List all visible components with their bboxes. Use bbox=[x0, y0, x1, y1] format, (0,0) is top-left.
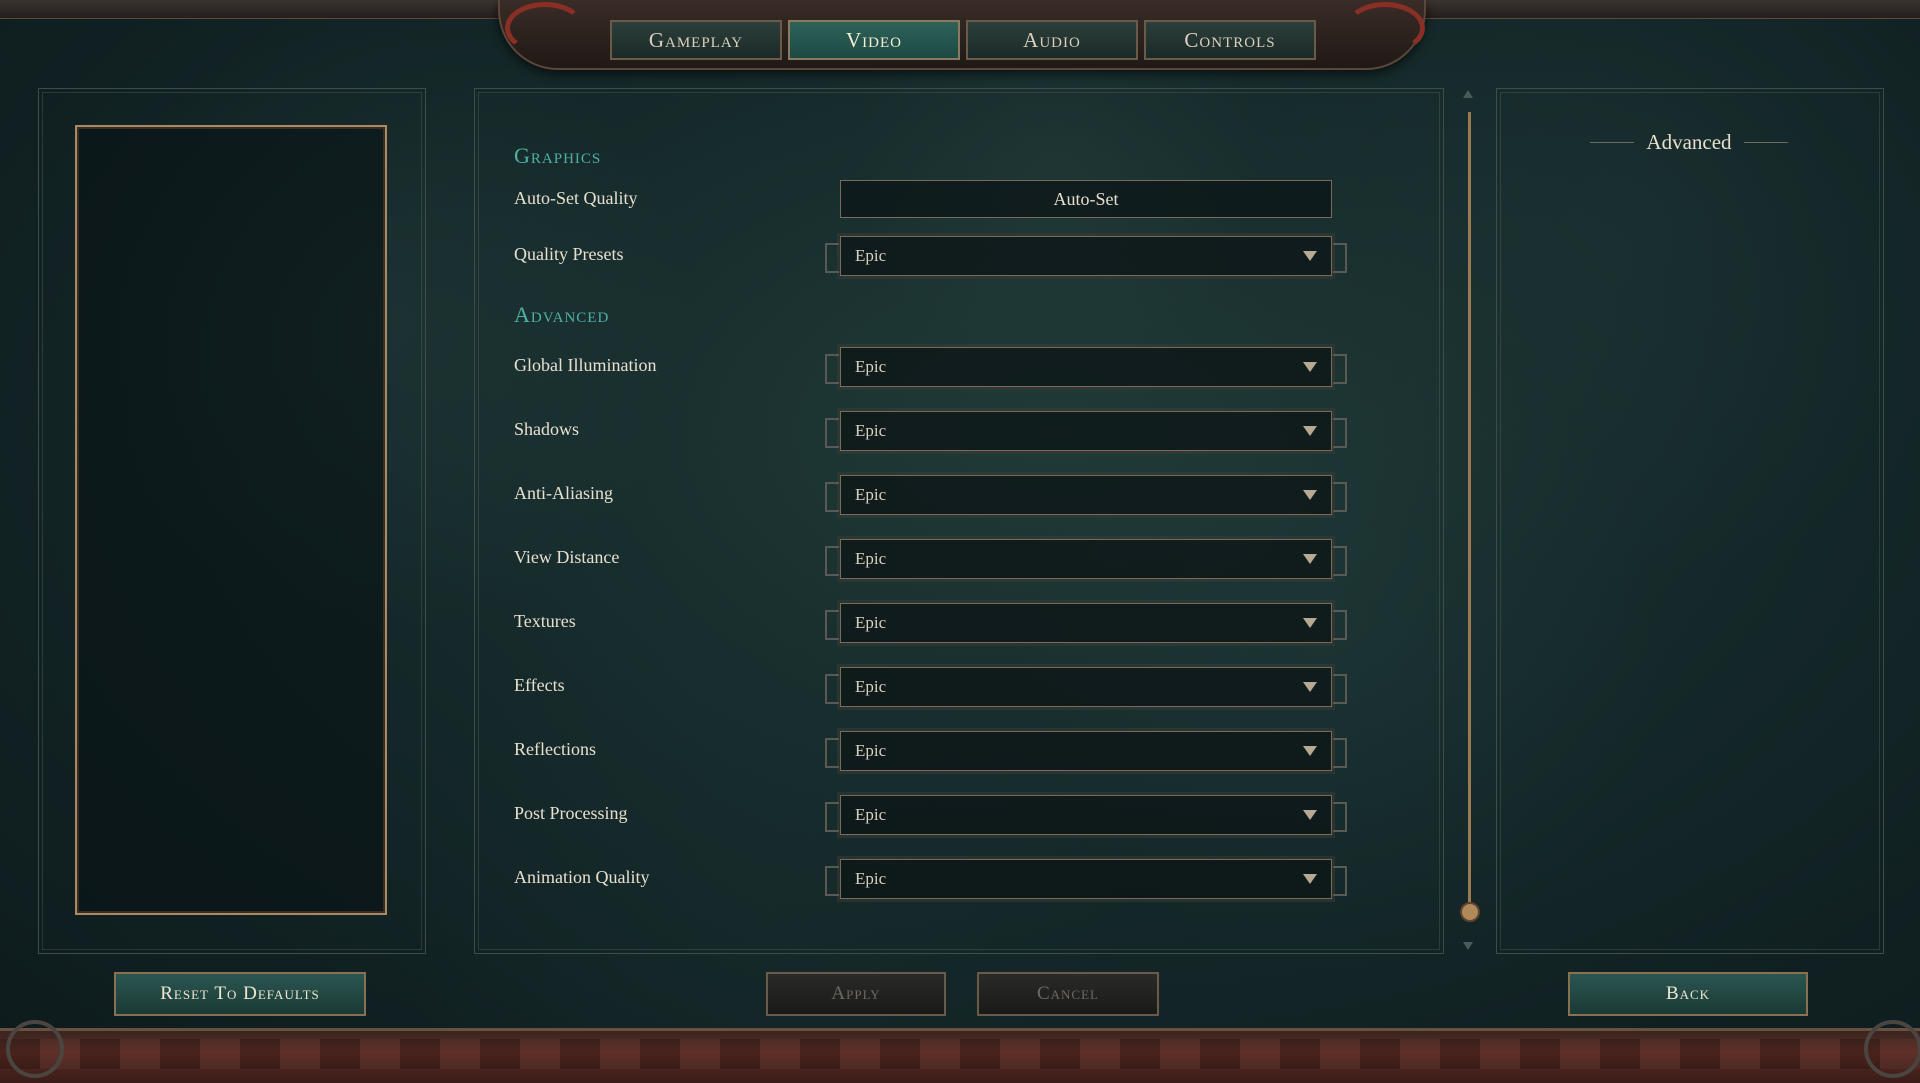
tab-gameplay[interactable]: Gameplay bbox=[610, 20, 782, 60]
dropdown-value: Epic bbox=[855, 549, 887, 568]
right-scroll-ornament bbox=[1345, 2, 1425, 54]
anti-aliasing-dropdown[interactable]: Epic bbox=[825, 475, 1347, 515]
graphics-section-title: Graphics bbox=[514, 143, 602, 168]
dropdown-value: Epic bbox=[855, 613, 887, 632]
left-swirl-ornament bbox=[6, 1020, 64, 1078]
dropdown-value: Epic bbox=[855, 869, 887, 888]
global-illumination-label: Global Illumination bbox=[514, 355, 657, 375]
textures-dropdown[interactable]: Epic bbox=[825, 603, 1347, 643]
scrollbar-track[interactable] bbox=[1468, 112, 1471, 912]
settings-tabs: Gameplay Video Audio Controls bbox=[610, 20, 1316, 60]
header-divider bbox=[1590, 141, 1635, 143]
back-button[interactable]: Back bbox=[1568, 972, 1808, 1016]
dropdown-right-notch bbox=[1333, 802, 1347, 832]
dropdown-right-notch bbox=[1333, 738, 1347, 768]
dropdown-value: Epic bbox=[855, 485, 887, 504]
tab-video[interactable]: Video bbox=[788, 20, 960, 60]
auto-set-quality-label: Auto-Set Quality bbox=[514, 188, 638, 208]
view-distance-dropdown[interactable]: Epic bbox=[825, 539, 1347, 579]
shadows-label: Shadows bbox=[514, 419, 580, 439]
header-divider bbox=[1743, 141, 1788, 143]
dropdown-value: Epic bbox=[855, 741, 887, 760]
dropdown-value: Epic bbox=[855, 357, 887, 376]
animation-quality-label: Animation Quality bbox=[514, 867, 650, 887]
shadows-dropdown[interactable]: Epic bbox=[825, 411, 1347, 451]
dropdown-right-notch bbox=[1333, 674, 1347, 704]
apply-button[interactable]: Apply bbox=[766, 972, 946, 1016]
dropdown-left-notch bbox=[825, 738, 839, 768]
chevron-down-icon bbox=[1303, 362, 1317, 372]
chevron-down-icon bbox=[1303, 554, 1317, 564]
dropdown-left-notch bbox=[825, 866, 839, 896]
effects-dropdown[interactable]: Epic bbox=[825, 667, 1347, 707]
right-panel bbox=[1496, 88, 1884, 954]
dropdown-left-notch bbox=[825, 482, 839, 512]
auto-set-button[interactable]: Auto-Set bbox=[840, 180, 1332, 218]
chevron-down-icon bbox=[1303, 251, 1317, 261]
chevron-down-icon bbox=[1303, 426, 1317, 436]
quality-presets-label: Quality Presets bbox=[514, 244, 624, 264]
dropdown-left-notch bbox=[825, 418, 839, 448]
reflections-label: Reflections bbox=[514, 739, 596, 759]
dropdown-right-notch bbox=[1333, 482, 1347, 512]
advanced-section-title: Advanced bbox=[514, 302, 610, 327]
dropdown-left-notch bbox=[825, 354, 839, 384]
scrollbar-thumb[interactable] bbox=[1460, 902, 1480, 922]
textures-label: Textures bbox=[514, 611, 576, 631]
cancel-button[interactable]: Cancel bbox=[977, 972, 1159, 1016]
dropdown-left-notch bbox=[825, 610, 839, 640]
tab-controls[interactable]: Controls bbox=[1144, 20, 1316, 60]
chevron-down-icon bbox=[1303, 618, 1317, 628]
dropdown-right-notch bbox=[1333, 866, 1347, 896]
dropdown-value: Epic bbox=[855, 421, 887, 440]
dropdown-left-notch bbox=[825, 546, 839, 576]
right-swirl-ornament bbox=[1864, 1020, 1920, 1078]
right-panel-header: Advanced bbox=[1576, 130, 1802, 154]
scroll-up-arrow[interactable] bbox=[1463, 90, 1473, 98]
quality-presets-dropdown[interactable]: Epic bbox=[825, 236, 1347, 276]
dropdown-right-notch bbox=[1333, 418, 1347, 448]
dropdown-left-notch bbox=[825, 674, 839, 704]
dropdown-right-notch bbox=[1333, 610, 1347, 640]
right-panel-title: Advanced bbox=[1646, 129, 1732, 154]
dropdown-value: Epic bbox=[855, 246, 887, 265]
chevron-down-icon bbox=[1303, 490, 1317, 500]
left-scroll-ornament bbox=[505, 2, 585, 54]
preview-frame bbox=[75, 125, 387, 915]
dropdown-right-notch bbox=[1333, 546, 1347, 576]
animation-quality-dropdown[interactable]: Epic bbox=[825, 859, 1347, 899]
dropdown-right-notch bbox=[1333, 243, 1347, 273]
anti-aliasing-label: Anti-Aliasing bbox=[514, 483, 613, 503]
post-processing-label: Post Processing bbox=[514, 803, 628, 823]
effects-label: Effects bbox=[514, 675, 565, 695]
dropdown-value: Epic bbox=[855, 805, 887, 824]
dropdown-value: Epic bbox=[855, 677, 887, 696]
global-illumination-dropdown[interactable]: Epic bbox=[825, 347, 1347, 387]
scroll-down-arrow[interactable] bbox=[1463, 942, 1473, 950]
chevron-down-icon bbox=[1303, 810, 1317, 820]
dropdown-right-notch bbox=[1333, 354, 1347, 384]
chevron-down-icon bbox=[1303, 682, 1317, 692]
tab-audio[interactable]: Audio bbox=[966, 20, 1138, 60]
dropdown-left-notch bbox=[825, 802, 839, 832]
bottom-border bbox=[0, 1028, 1920, 1083]
view-distance-label: View Distance bbox=[514, 547, 620, 567]
dropdown-left-notch bbox=[825, 243, 839, 273]
chevron-down-icon bbox=[1303, 874, 1317, 884]
reset-to-defaults-button[interactable]: Reset To Defaults bbox=[114, 972, 366, 1016]
post-processing-dropdown[interactable]: Epic bbox=[825, 795, 1347, 835]
reflections-dropdown[interactable]: Epic bbox=[825, 731, 1347, 771]
chevron-down-icon bbox=[1303, 746, 1317, 756]
